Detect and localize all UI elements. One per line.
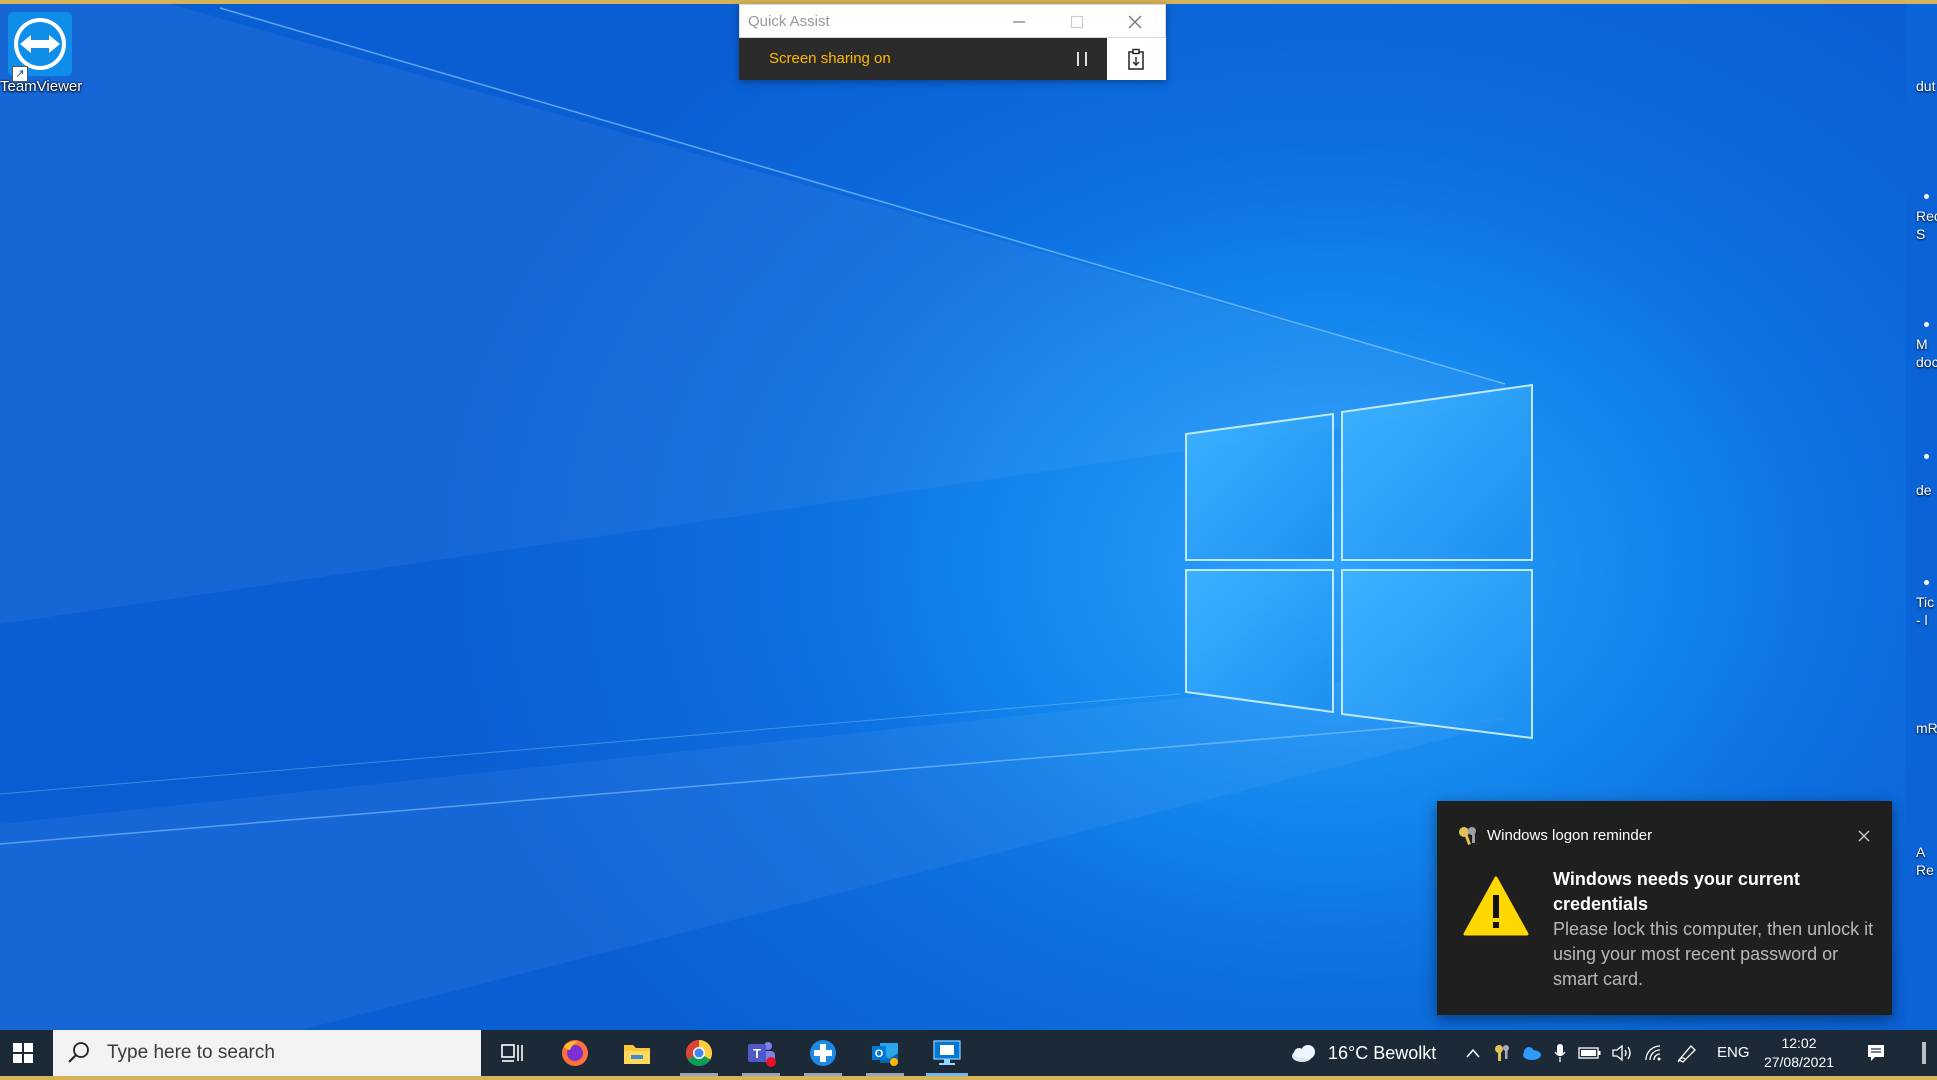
tray-network[interactable] xyxy=(1640,1030,1668,1076)
pen-icon xyxy=(1677,1045,1696,1063)
maximize-button[interactable] xyxy=(1048,5,1106,39)
taskbar-clock[interactable]: 12:02 27/08/2021 xyxy=(1756,1034,1842,1072)
quick-assist-window[interactable]: Quick Assist Screen sharing on xyxy=(739,4,1166,80)
desktop-right-edge: dut Rec S M doc de Tic - l mR A Re xyxy=(1906,4,1937,1030)
window-title: Quick Assist xyxy=(748,13,830,30)
taskbar-file-explorer[interactable] xyxy=(608,1030,666,1076)
keys-icon xyxy=(1459,827,1476,845)
edge-label: doc xyxy=(1916,354,1937,370)
svg-text:T: T xyxy=(753,1046,761,1061)
edge-label: Tic xyxy=(1916,594,1935,610)
edge-label: Re xyxy=(1916,862,1934,878)
show-hidden-icons-button[interactable] xyxy=(1462,1030,1484,1076)
keys-icon xyxy=(1495,1045,1509,1061)
minimize-icon xyxy=(1013,21,1025,23)
desktop-icon-teamviewer[interactable]: ↗ TeamViewer xyxy=(0,8,82,100)
tray-battery[interactable] xyxy=(1576,1030,1604,1076)
notification-icon xyxy=(1868,1045,1884,1061)
action-center-button[interactable] xyxy=(1858,1030,1894,1076)
weather-text: 16°C Bewolkt xyxy=(1328,1042,1437,1063)
screen-sharing-status: Screen sharing on xyxy=(769,50,891,67)
edge-label: A xyxy=(1916,844,1926,860)
edge-label: - l xyxy=(1916,612,1928,628)
toast-close-button[interactable] xyxy=(1849,821,1879,851)
toast-app-name: Windows logon reminder xyxy=(1487,827,1653,844)
windows-start-icon xyxy=(13,1043,33,1063)
teams-icon: T xyxy=(748,1042,776,1067)
edge-label: mR xyxy=(1916,720,1937,736)
toast-title: Windows needs your current credentials xyxy=(1553,869,1800,914)
weather-widget[interactable]: 16°C Bewolkt xyxy=(1290,1030,1436,1076)
taskbar-outlook[interactable]: O xyxy=(856,1030,914,1076)
edge-label: M xyxy=(1916,336,1928,352)
taskbar-firefox[interactable] xyxy=(546,1030,604,1076)
search-input[interactable] xyxy=(105,1041,469,1065)
tray-pen[interactable] xyxy=(1672,1030,1702,1076)
taskbar-chrome[interactable] xyxy=(670,1030,728,1076)
taskbar-search-box[interactable] xyxy=(53,1030,481,1076)
file-explorer-icon xyxy=(624,1045,650,1064)
chevron-up-icon xyxy=(1466,1048,1480,1058)
edge-dot xyxy=(1924,322,1929,327)
volume-icon xyxy=(1612,1044,1631,1062)
warning-icon xyxy=(1463,876,1529,936)
task-view-button[interactable] xyxy=(484,1030,542,1076)
clipboard-icon xyxy=(1127,48,1144,70)
chrome-icon xyxy=(685,1039,713,1067)
wifi-icon xyxy=(1645,1045,1661,1061)
show-desktop-button[interactable] xyxy=(1922,1042,1926,1064)
clock-time: 12:02 xyxy=(1781,1035,1817,1051)
tray-onedrive[interactable] xyxy=(1518,1030,1544,1076)
task-view-icon xyxy=(501,1044,523,1062)
annotate-button[interactable] xyxy=(1107,38,1166,80)
taskbar-quick-assist[interactable] xyxy=(794,1030,852,1076)
taskbar-teams[interactable]: T xyxy=(732,1030,790,1076)
teamviewer-icon: ↗ xyxy=(8,12,72,82)
taskbar: T O 16°C Bewolk xyxy=(0,1030,1937,1076)
edge-label: S xyxy=(1916,226,1926,242)
toast-body: Please lock this computer, then unlock i… xyxy=(1553,919,1874,989)
shortcut-arrow-icon: ↗ xyxy=(12,66,28,82)
clock-date: 27/08/2021 xyxy=(1763,1054,1835,1070)
battery-icon xyxy=(1578,1047,1601,1059)
pause-icon xyxy=(1077,52,1087,66)
windows-logo-icon xyxy=(1185,383,1533,740)
quick-assist-toolbar: Screen sharing on xyxy=(739,38,1166,80)
minimize-button[interactable] xyxy=(990,5,1048,39)
firefox-icon xyxy=(562,1040,588,1066)
maximize-icon xyxy=(1070,15,1084,29)
pause-sharing-button[interactable] xyxy=(1057,38,1107,80)
tray-microphone[interactable] xyxy=(1548,1030,1572,1076)
onedrive-icon xyxy=(1523,1047,1541,1060)
edge-dot xyxy=(1924,454,1929,459)
start-button[interactable] xyxy=(0,1030,46,1076)
edge-label: de xyxy=(1916,482,1932,498)
edge-label: dut xyxy=(1916,78,1936,94)
outlook-icon: O xyxy=(872,1043,898,1066)
close-icon xyxy=(1128,15,1142,29)
input-language[interactable]: ENG xyxy=(1717,1044,1750,1061)
quick-assist-icon xyxy=(810,1040,836,1066)
svg-text:O: O xyxy=(875,1048,884,1060)
screen-frame-bottom xyxy=(0,1076,1937,1080)
close-icon xyxy=(1858,830,1870,842)
cloud-icon xyxy=(1292,1045,1315,1062)
toast-notification[interactable]: Windows logon reminder Windows needs you… xyxy=(1437,801,1892,1015)
microphone-icon xyxy=(1554,1044,1566,1062)
edge-dot xyxy=(1924,580,1929,585)
taskbar-remote-desktop[interactable] xyxy=(918,1030,976,1076)
tray-volume[interactable] xyxy=(1608,1030,1636,1076)
tray-credentials[interactable] xyxy=(1490,1030,1514,1076)
quick-assist-titlebar[interactable]: Quick Assist xyxy=(739,4,1166,38)
remote-desktop-icon xyxy=(933,1040,961,1065)
search-icon xyxy=(68,1042,89,1063)
close-button[interactable] xyxy=(1106,5,1164,39)
edge-label: Rec xyxy=(1916,208,1937,224)
edge-dot xyxy=(1924,194,1929,199)
